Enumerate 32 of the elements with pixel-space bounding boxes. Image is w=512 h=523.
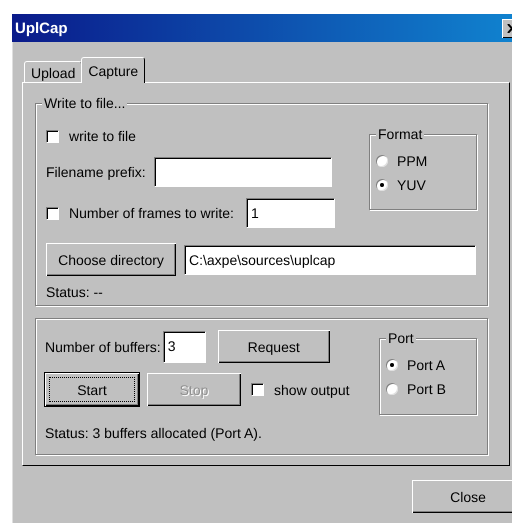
radio-button[interactable] <box>386 359 398 371</box>
radio-button[interactable] <box>376 179 388 191</box>
radio-label: Port A <box>407 357 446 373</box>
group-title: Write to file... <box>42 95 128 111</box>
status-text: Status: 3 buffers allocated (Port A). <box>45 425 262 441</box>
choose-directory-button[interactable]: Choose directory <box>46 243 176 276</box>
tab[interactable]: Capture <box>81 57 146 83</box>
field-label: Filename prefix: <box>46 164 146 180</box>
group-title: Port <box>386 330 416 346</box>
start-button[interactable]: Start <box>45 373 139 406</box>
checkbox-label: Number of frames to write: <box>69 205 234 221</box>
radio-button[interactable] <box>386 383 398 395</box>
field-label: Number of buffers: <box>45 338 161 354</box>
radio-label: YUV <box>397 177 426 193</box>
checkbox-label: show output <box>274 382 350 398</box>
input-field[interactable]: 1 <box>246 198 335 228</box>
checkbox-label: write to file <box>69 128 136 144</box>
status-text: Status: -- <box>46 284 103 300</box>
window-title: UplCap <box>15 20 68 36</box>
request-button[interactable]: Request <box>218 330 330 363</box>
radio-label: PPM <box>397 153 428 169</box>
input-field[interactable]: 3 <box>162 330 206 362</box>
checkbox[interactable] <box>46 206 59 220</box>
tab[interactable]: Upload <box>24 61 82 82</box>
group-title: Format <box>376 126 424 142</box>
checkbox[interactable] <box>46 130 59 142</box>
checkbox[interactable] <box>251 383 264 396</box>
radio-button[interactable] <box>376 155 388 167</box>
input-field[interactable] <box>154 157 332 187</box>
close-dialog-button[interactable]: Close <box>412 480 512 513</box>
radio-label: Port B <box>407 381 446 397</box>
input-field[interactable]: C:\axpe\sources\uplcap <box>184 244 476 274</box>
